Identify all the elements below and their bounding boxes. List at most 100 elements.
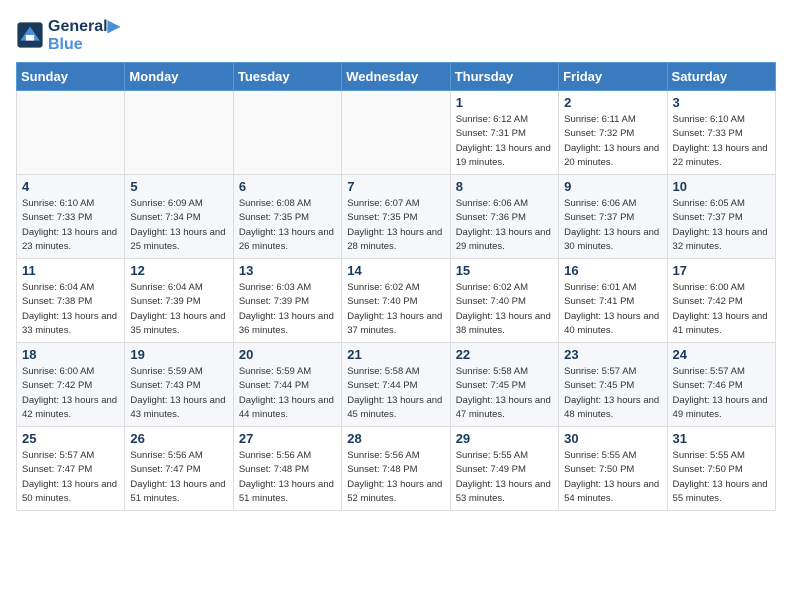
- day-info: Sunrise: 6:00 AM Sunset: 7:42 PM Dayligh…: [673, 281, 770, 338]
- calendar-cell: 4 Sunrise: 6:10 AM Sunset: 7:33 PM Daylig…: [17, 175, 125, 259]
- day-number: 13: [239, 263, 336, 278]
- logo-icon: [16, 21, 44, 49]
- day-number: 7: [347, 179, 444, 194]
- header-day-wednesday: Wednesday: [342, 63, 450, 91]
- day-info: Sunrise: 6:06 AM Sunset: 7:37 PM Dayligh…: [564, 197, 661, 254]
- day-info: Sunrise: 5:58 AM Sunset: 7:45 PM Dayligh…: [456, 365, 553, 422]
- calendar-cell: 25 Sunrise: 5:57 AM Sunset: 7:47 PM Dayli…: [17, 427, 125, 511]
- header-day-monday: Monday: [125, 63, 233, 91]
- day-info: Sunrise: 6:00 AM Sunset: 7:42 PM Dayligh…: [22, 365, 119, 422]
- day-number: 21: [347, 347, 444, 362]
- calendar-cell: 17 Sunrise: 6:00 AM Sunset: 7:42 PM Dayli…: [667, 259, 775, 343]
- day-info: Sunrise: 5:55 AM Sunset: 7:50 PM Dayligh…: [564, 449, 661, 506]
- calendar-cell: 18 Sunrise: 6:00 AM Sunset: 7:42 PM Dayli…: [17, 343, 125, 427]
- day-number: 5: [130, 179, 227, 194]
- calendar-body: 1 Sunrise: 6:12 AM Sunset: 7:31 PM Daylig…: [17, 91, 776, 511]
- logo: General▶ Blue: [16, 16, 120, 54]
- day-info: Sunrise: 6:08 AM Sunset: 7:35 PM Dayligh…: [239, 197, 336, 254]
- calendar-cell: 15 Sunrise: 6:02 AM Sunset: 7:40 PM Dayli…: [450, 259, 558, 343]
- header-day-tuesday: Tuesday: [233, 63, 341, 91]
- day-info: Sunrise: 6:07 AM Sunset: 7:35 PM Dayligh…: [347, 197, 444, 254]
- day-number: 27: [239, 431, 336, 446]
- day-info: Sunrise: 5:56 AM Sunset: 7:48 PM Dayligh…: [347, 449, 444, 506]
- calendar-cell: [342, 91, 450, 175]
- calendar-cell: 29Sunrise: 5:55 AM Sunset: 7:49 PM Dayli…: [450, 427, 558, 511]
- calendar-cell: 11Sunrise: 6:04 AM Sunset: 7:38 PM Dayli…: [17, 259, 125, 343]
- day-info: Sunrise: 5:57 AM Sunset: 7:45 PM Dayligh…: [564, 365, 661, 422]
- day-number: 3: [673, 95, 770, 110]
- calendar-cell: 16Sunrise: 6:01 AM Sunset: 7:41 PM Dayli…: [559, 259, 667, 343]
- day-info: Sunrise: 6:11 AM Sunset: 7:32 PM Dayligh…: [564, 113, 661, 170]
- day-info: Sunrise: 6:10 AM Sunset: 7:33 PM Dayligh…: [22, 197, 119, 254]
- day-number: 17: [673, 263, 770, 278]
- header-day-sunday: Sunday: [17, 63, 125, 91]
- day-info: Sunrise: 6:06 AM Sunset: 7:36 PM Dayligh…: [456, 197, 553, 254]
- calendar-cell: 27Sunrise: 5:56 AM Sunset: 7:48 PM Dayli…: [233, 427, 341, 511]
- day-number: 1: [456, 95, 553, 110]
- day-info: Sunrise: 6:10 AM Sunset: 7:33 PM Dayligh…: [673, 113, 770, 170]
- day-info: Sunrise: 5:57 AM Sunset: 7:46 PM Dayligh…: [673, 365, 770, 422]
- day-number: 2: [564, 95, 661, 110]
- day-number: 19: [130, 347, 227, 362]
- calendar-cell: [17, 91, 125, 175]
- calendar-cell: 20 Sunrise: 5:59 AM Sunset: 7:44 PM Dayli…: [233, 343, 341, 427]
- calendar-cell: 5Sunrise: 6:09 AM Sunset: 7:34 PM Daylig…: [125, 175, 233, 259]
- calendar-cell: 31 Sunrise: 5:55 AM Sunset: 7:50 PM Dayli…: [667, 427, 775, 511]
- calendar-header: SundayMondayTuesdayWednesdayThursdayFrid…: [17, 63, 776, 91]
- calendar-week-5: 25 Sunrise: 5:57 AM Sunset: 7:47 PM Dayli…: [17, 427, 776, 511]
- header-row: SundayMondayTuesdayWednesdayThursdayFrid…: [17, 63, 776, 91]
- day-number: 4: [22, 179, 119, 194]
- day-info: Sunrise: 5:55 AM Sunset: 7:49 PM Dayligh…: [456, 449, 553, 506]
- calendar-cell: 22 Sunrise: 5:58 AM Sunset: 7:45 PM Dayli…: [450, 343, 558, 427]
- day-number: 31: [673, 431, 770, 446]
- calendar-cell: 12 Sunrise: 6:04 AM Sunset: 7:39 PM Dayli…: [125, 259, 233, 343]
- calendar-week-3: 11Sunrise: 6:04 AM Sunset: 7:38 PM Dayli…: [17, 259, 776, 343]
- logo-text: General▶ Blue: [48, 16, 120, 54]
- day-info: Sunrise: 6:05 AM Sunset: 7:37 PM Dayligh…: [673, 197, 770, 254]
- day-info: Sunrise: 5:59 AM Sunset: 7:43 PM Dayligh…: [130, 365, 227, 422]
- day-number: 10: [673, 179, 770, 194]
- page-header: General▶ Blue: [16, 16, 776, 54]
- calendar-cell: 7 Sunrise: 6:07 AM Sunset: 7:35 PM Daylig…: [342, 175, 450, 259]
- calendar-cell: 28 Sunrise: 5:56 AM Sunset: 7:48 PM Dayli…: [342, 427, 450, 511]
- calendar-cell: 19 Sunrise: 5:59 AM Sunset: 7:43 PM Dayli…: [125, 343, 233, 427]
- calendar-cell: 23 Sunrise: 5:57 AM Sunset: 7:45 PM Dayli…: [559, 343, 667, 427]
- calendar-cell: 13 Sunrise: 6:03 AM Sunset: 7:39 PM Dayli…: [233, 259, 341, 343]
- header-day-saturday: Saturday: [667, 63, 775, 91]
- day-info: Sunrise: 6:04 AM Sunset: 7:39 PM Dayligh…: [130, 281, 227, 338]
- day-number: 30: [564, 431, 661, 446]
- day-number: 26: [130, 431, 227, 446]
- day-number: 18: [22, 347, 119, 362]
- day-number: 6: [239, 179, 336, 194]
- day-info: Sunrise: 5:58 AM Sunset: 7:44 PM Dayligh…: [347, 365, 444, 422]
- header-day-friday: Friday: [559, 63, 667, 91]
- day-number: 23: [564, 347, 661, 362]
- day-info: Sunrise: 5:55 AM Sunset: 7:50 PM Dayligh…: [673, 449, 770, 506]
- day-info: Sunrise: 6:04 AM Sunset: 7:38 PM Dayligh…: [22, 281, 119, 338]
- calendar-cell: 3 Sunrise: 6:10 AM Sunset: 7:33 PM Daylig…: [667, 91, 775, 175]
- day-info: Sunrise: 5:56 AM Sunset: 7:47 PM Dayligh…: [130, 449, 227, 506]
- day-number: 8: [456, 179, 553, 194]
- day-number: 12: [130, 263, 227, 278]
- day-info: Sunrise: 6:02 AM Sunset: 7:40 PM Dayligh…: [347, 281, 444, 338]
- day-info: Sunrise: 6:03 AM Sunset: 7:39 PM Dayligh…: [239, 281, 336, 338]
- day-number: 28: [347, 431, 444, 446]
- day-info: Sunrise: 6:12 AM Sunset: 7:31 PM Dayligh…: [456, 113, 553, 170]
- calendar-cell: [125, 91, 233, 175]
- calendar-cell: 6 Sunrise: 6:08 AM Sunset: 7:35 PM Daylig…: [233, 175, 341, 259]
- calendar-cell: 21 Sunrise: 5:58 AM Sunset: 7:44 PM Dayli…: [342, 343, 450, 427]
- calendar-cell: 30 Sunrise: 5:55 AM Sunset: 7:50 PM Dayli…: [559, 427, 667, 511]
- day-number: 14: [347, 263, 444, 278]
- day-number: 22: [456, 347, 553, 362]
- calendar-cell: 9Sunrise: 6:06 AM Sunset: 7:37 PM Daylig…: [559, 175, 667, 259]
- calendar-week-2: 4 Sunrise: 6:10 AM Sunset: 7:33 PM Daylig…: [17, 175, 776, 259]
- calendar-week-4: 18 Sunrise: 6:00 AM Sunset: 7:42 PM Dayli…: [17, 343, 776, 427]
- day-info: Sunrise: 5:57 AM Sunset: 7:47 PM Dayligh…: [22, 449, 119, 506]
- calendar-table: SundayMondayTuesdayWednesdayThursdayFrid…: [16, 62, 776, 511]
- day-number: 25: [22, 431, 119, 446]
- day-info: Sunrise: 5:59 AM Sunset: 7:44 PM Dayligh…: [239, 365, 336, 422]
- day-number: 20: [239, 347, 336, 362]
- day-info: Sunrise: 6:02 AM Sunset: 7:40 PM Dayligh…: [456, 281, 553, 338]
- calendar-cell: 2 Sunrise: 6:11 AM Sunset: 7:32 PM Daylig…: [559, 91, 667, 175]
- day-number: 15: [456, 263, 553, 278]
